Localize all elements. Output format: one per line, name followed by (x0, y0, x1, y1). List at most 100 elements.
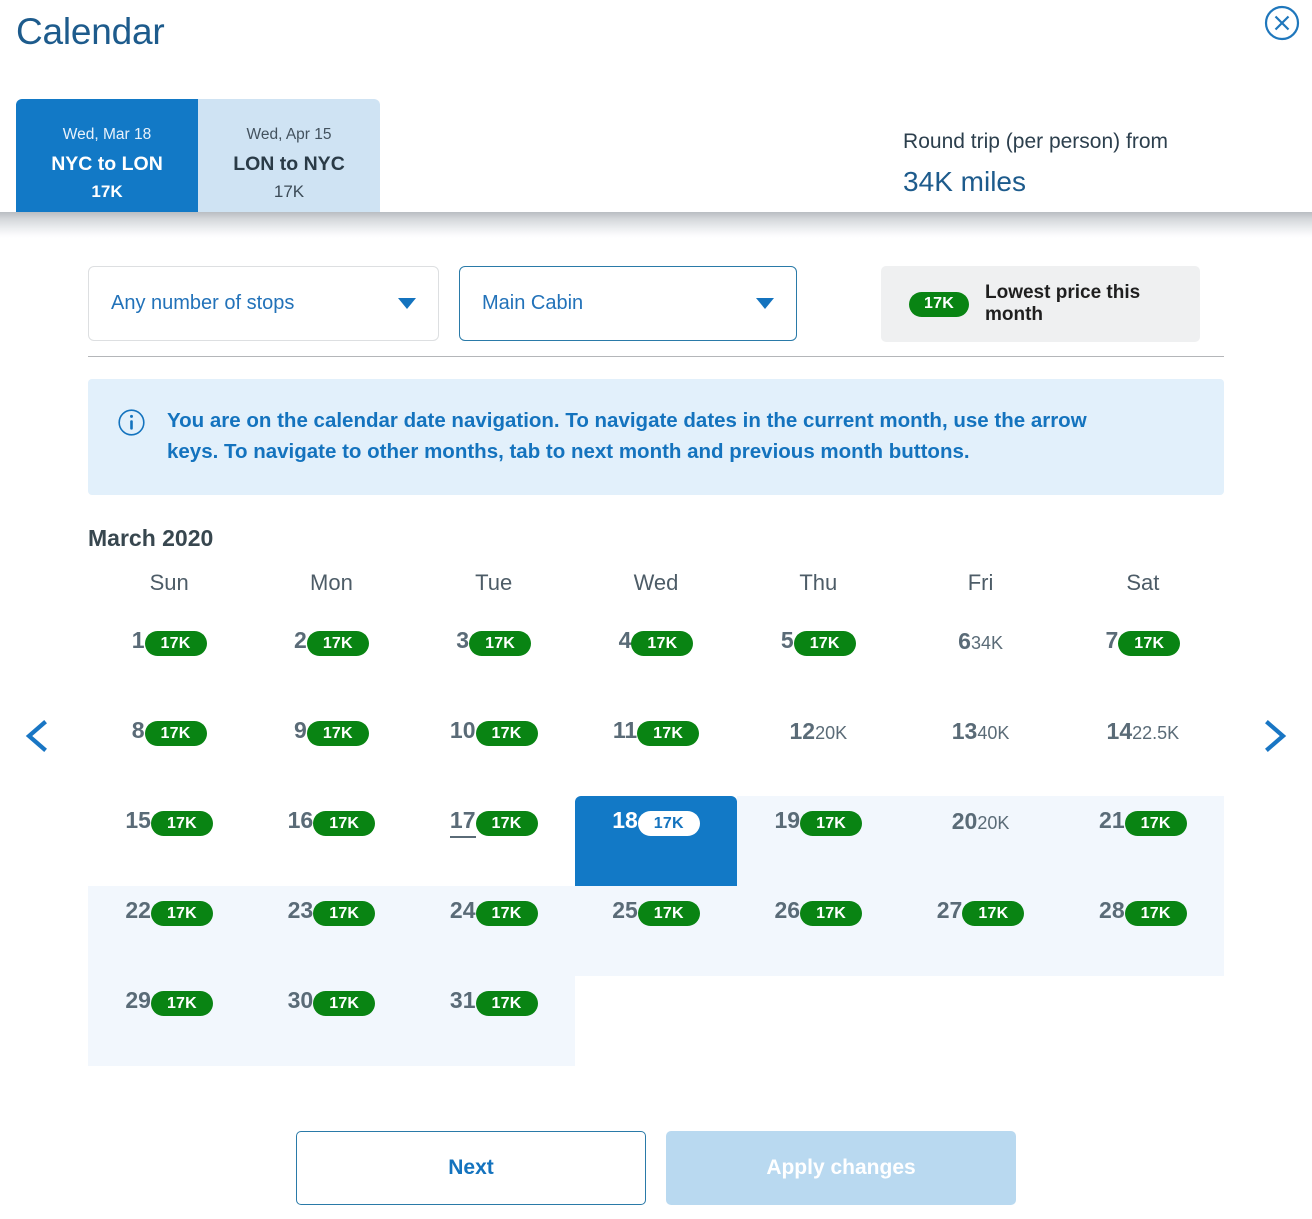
tab-outbound-price: 17K (91, 181, 123, 201)
tab-outbound-date: Wed, Mar 18 (62, 126, 152, 144)
calendar-day-cell-9[interactable]: 9 17K (250, 706, 412, 796)
calendar-day-cell-5[interactable]: 5 17K (737, 616, 899, 706)
day-price-text: 34K (970, 633, 1003, 654)
calendar-day-cell-18[interactable]: 18 17K (574, 796, 738, 887)
day-price-pill-lowest: 17K (313, 991, 376, 1017)
tab-return-price: 17K (273, 181, 305, 201)
calendar-day-cell-3[interactable]: 3 17K (413, 616, 575, 706)
day-price-pill-lowest: 17K (800, 901, 863, 927)
day-price-pill-lowest: 17K (475, 811, 538, 837)
day-number: 14 (1106, 718, 1133, 745)
tab-outbound-nyc-to-lon[interactable]: Wed, Mar 18 NYC to LON 17K (16, 99, 198, 212)
calendar-day-cell-15[interactable]: 15 17K (88, 796, 250, 886)
calendar-day-cell-23[interactable]: 23 17K (250, 886, 413, 977)
calendar-day-cell-22[interactable]: 22 17K (88, 886, 251, 977)
tab-outbound-route: NYC to LON (51, 152, 163, 175)
day-number: 9 (294, 716, 307, 743)
day-number: 26 (774, 896, 801, 923)
day-price-pill-lowest: 17K (144, 721, 207, 747)
cabin-select-value: Main Cabin (482, 292, 584, 314)
calendar-day-cell-24[interactable]: 24 17K (412, 886, 575, 977)
calendar-day-cell-8[interactable]: 8 17K (88, 706, 250, 796)
calendar-day-cell-31[interactable]: 31 17K (412, 976, 575, 1067)
close-button[interactable] (1263, 4, 1301, 42)
calendar-day-cell-26[interactable]: 26 17K (737, 886, 900, 977)
day-number: 1 (131, 626, 145, 653)
chevron-down-icon (756, 298, 774, 309)
previous-month-button[interactable] (14, 712, 62, 760)
calendar-day-cell-25[interactable]: 25 17K (574, 886, 738, 977)
day-price-pill-lowest: 17K (313, 901, 376, 927)
calendar-day-cell-12[interactable]: 1220K (737, 706, 899, 796)
calendar-day-cell-2[interactable]: 2 17K (250, 616, 412, 706)
day-price-pill-lowest: 17K (637, 721, 700, 747)
info-banner-text: You are on the calendar date navigation.… (167, 409, 1087, 464)
chevron-left-icon (25, 720, 47, 753)
calendar-day-cell-27[interactable]: 27 17K (899, 886, 1062, 977)
flight-leg-tabs: Wed, Mar 18 NYC to LON 17K Wed, Apr 15 L… (16, 99, 380, 212)
calendar-day-cell-13[interactable]: 1340K (899, 706, 1061, 796)
day-price-pill-lowest: 17K (144, 631, 207, 657)
day-price-pill-lowest: 17K (150, 991, 213, 1017)
calendar-grid: Sun Mon Tue Wed Thu Fri Sat 1 17K 2 17K 3 17K 4 17K 5 1… (88, 570, 1224, 1067)
weekday-header-tue: Tue (475, 570, 513, 596)
next-button[interactable]: Next (296, 1131, 646, 1205)
day-price-pill-lowest: 17K (475, 721, 538, 747)
day-price-pill-lowest: 17K (313, 811, 376, 837)
calendar-week-row: 15 17K 16 17K 17 17K 18 17K 19 17K 2020K 21 17K (88, 796, 1224, 887)
calendar-day-cell-4[interactable]: 4 17K (575, 616, 737, 706)
calendar-day-cell-14[interactable]: 1422.5K (1062, 706, 1224, 796)
header-shadow-divider (0, 212, 1312, 238)
calendar-day-cell-20[interactable]: 2020K (899, 796, 1062, 887)
calendar-day-cell-1[interactable]: 1 17K (88, 616, 250, 706)
calendar-day-cell-30[interactable]: 30 17K (250, 976, 413, 1067)
chevron-down-icon (398, 298, 416, 309)
trip-summary: Round trip (per person) from 34K miles (903, 126, 1168, 203)
apply-changes-button[interactable]: Apply changes (666, 1131, 1016, 1205)
day-price-pill-lowest: 17K (800, 811, 863, 837)
calendar-day-cell-17[interactable]: 17 17K (413, 796, 575, 886)
calendar-weeks: 1 17K 2 17K 3 17K 4 17K 5 17K 634K 7 17K 8 17K 9 17K 10 17… (88, 616, 1224, 1067)
lowest-price-legend: 17K Lowest price this month (881, 266, 1200, 342)
tab-return-lon-to-nyc[interactable]: Wed, Apr 15 LON to NYC 17K (198, 99, 380, 212)
modal-body: Any number of stops Main Cabin 17K Lowes… (0, 238, 1312, 1067)
day-number: 5 (780, 626, 794, 653)
day-number: 30 (287, 986, 314, 1013)
calendar-day-cell-6[interactable]: 634K (899, 616, 1061, 706)
calendar-day-cell-7[interactable]: 7 17K (1062, 616, 1224, 706)
day-number: 21 (1099, 806, 1125, 833)
calendar-modal: Calendar Wed, Mar 18 NYC to LON 17K Wed,… (0, 0, 1312, 1219)
day-number: 2 (294, 626, 307, 653)
legend-label: Lowest price this month (985, 282, 1141, 325)
day-price-pill-lowest: 17K (475, 991, 538, 1017)
calendar-day-cell-10[interactable]: 10 17K (413, 706, 575, 796)
day-number: 24 (449, 896, 476, 923)
next-month-button[interactable] (1250, 712, 1298, 760)
calendar-day-cell-16[interactable]: 16 17K (250, 796, 412, 886)
legend-price-pill: 17K (909, 291, 969, 317)
calendar-day-cell-11[interactable]: 11 17K (575, 706, 737, 796)
calendar-cell-empty (575, 976, 737, 1066)
calendar-navigation-info-banner: You are on the calendar date navigation.… (88, 379, 1224, 496)
day-number: 8 (131, 716, 145, 743)
info-circle-icon (118, 409, 145, 436)
cabin-select[interactable]: Main Cabin (459, 266, 797, 341)
weekday-header-wed: Wed (633, 570, 679, 596)
day-number: 12 (789, 718, 816, 745)
day-number: 29 (125, 986, 151, 1013)
day-number: 22 (125, 896, 151, 923)
calendar-day-cell-21[interactable]: 21 17K (1061, 796, 1224, 887)
weekday-header-mon: Mon (310, 570, 353, 596)
calendar-day-cell-28[interactable]: 28 17K (1061, 886, 1224, 977)
day-price-pill-lowest: 17K (306, 721, 369, 747)
stops-select[interactable]: Any number of stops (88, 266, 439, 341)
day-number: 7 (1105, 626, 1119, 653)
close-circle-icon (1264, 5, 1300, 41)
day-price-text: 20K (815, 723, 848, 744)
calendar-day-cell-19[interactable]: 19 17K (737, 796, 900, 887)
day-price-text: 22.5K (1132, 723, 1180, 744)
day-number: 16 (287, 806, 314, 833)
day-number: 31 (449, 986, 476, 1013)
day-price-pill-lowest: 17K (631, 631, 694, 657)
calendar-day-cell-29[interactable]: 29 17K (88, 976, 251, 1067)
